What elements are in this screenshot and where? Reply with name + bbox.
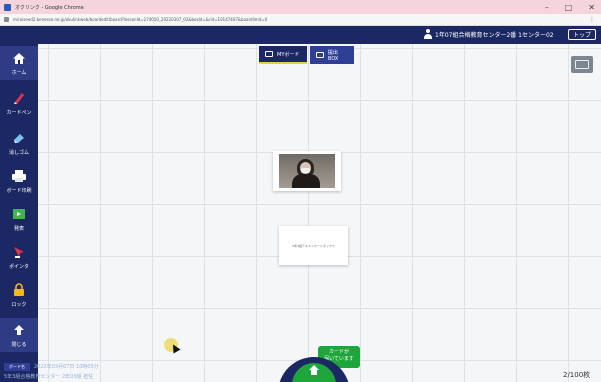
sidebar-item-close[interactable]: 閉じる: [0, 318, 38, 352]
student-photo: [279, 154, 335, 188]
photo-card[interactable]: [273, 151, 341, 191]
user-label: 1年07組合格教育センター2番 1センター02: [435, 31, 554, 39]
tab-label: 提出BOX: [327, 49, 339, 62]
app-header: 1年07組合格教育センター2番 1センター02 トップ: [0, 26, 601, 44]
screen-icon: [575, 60, 589, 69]
user-icon: [424, 29, 432, 39]
notice-line-1: カードが: [328, 349, 349, 355]
sidebar-item-label: ロック: [11, 302, 27, 308]
up-arrow-icon: [11, 322, 27, 338]
sidebar-item-pen[interactable]: カードペン: [0, 86, 38, 120]
text-card-content: 5年3組テキストカードボックス: [292, 243, 335, 248]
site-info-icon[interactable]: [4, 17, 9, 22]
home-icon: [11, 50, 27, 66]
top-button[interactable]: トップ: [568, 29, 596, 40]
sidebar-item-label: ホーム: [11, 70, 27, 76]
window-titlebar: オクリンク - Google Chrome – □ ✕: [0, 0, 601, 14]
board-name-tag: ボード名: [4, 363, 30, 371]
minimize-button[interactable]: –: [545, 3, 549, 12]
window-controls: – □ ✕: [545, 0, 595, 14]
sidebar-item-label: カードペン: [6, 110, 32, 116]
browser-menu-icon[interactable]: ⋮: [589, 16, 595, 23]
sidebar-item-eraser[interactable]: 消しゴム: [0, 126, 38, 160]
board-timestamp: 2022年03月07日 10時05分: [34, 364, 99, 370]
sidebar-item-pointer[interactable]: ポインタ: [0, 240, 38, 274]
dock-inner: [292, 363, 336, 382]
tab-label: MYボード: [277, 51, 300, 58]
printer-icon: [11, 168, 27, 184]
url-field[interactable]: miraiseed2.benesse.ne.jp/okulinkweb/boar…: [13, 17, 267, 22]
board-info-footer: ボード名 2022年03月07日 10時05分 5年3組合格教育センター 2年0…: [0, 358, 240, 382]
lock-icon: [11, 282, 27, 298]
board-icon: [265, 51, 273, 57]
sidebar-item-label: ボード印刷: [6, 188, 32, 194]
sidebar: ホーム カードペン 消しゴム ボード印刷 発表 ポインタ ロック 閉じる: [0, 44, 38, 382]
tab-inbox[interactable]: 提出BOX: [310, 46, 354, 64]
dock-home-icon: [309, 365, 319, 378]
sidebar-item-label: 発表: [13, 226, 24, 232]
sidebar-item-print[interactable]: ボード印刷: [0, 164, 38, 198]
board-class-label: 5年3組合格教育センター 2年03組 担任: [4, 374, 94, 380]
sidebar-item-home[interactable]: ホーム: [0, 46, 38, 80]
sidebar-item-label: 閉じる: [11, 342, 27, 348]
sidebar-item-label: ポインタ: [8, 264, 29, 270]
text-card[interactable]: 5年3組テキストカードボックス: [279, 226, 348, 265]
maximize-button[interactable]: □: [565, 3, 573, 12]
sidebar-item-label: 消しゴム: [8, 150, 29, 156]
board-canvas[interactable]: MYボード 提出BOX 5年3組テキストカードボックス カードが 届いています …: [38, 44, 601, 382]
window-title: オクリンク - Google Chrome: [15, 4, 84, 11]
card-count: 2/100枚: [563, 371, 591, 379]
pen-icon: [11, 90, 27, 106]
eraser-icon: [11, 130, 27, 146]
sidebar-item-lock[interactable]: ロック: [0, 278, 38, 312]
address-bar: miraiseed2.benesse.ne.jp/okulinkweb/boar…: [0, 14, 601, 26]
sidebar-item-present[interactable]: 発表: [0, 202, 38, 236]
inbox-icon: [316, 52, 324, 58]
pointer-icon: [11, 244, 27, 260]
user-info: 1年07組合格教育センター2番 1センター02: [424, 29, 554, 39]
app-icon: [4, 3, 11, 11]
presentation-icon: [11, 206, 27, 222]
tab-my-board[interactable]: MYボード: [259, 46, 307, 64]
board-view-button[interactable]: [571, 56, 593, 73]
close-window-button[interactable]: ✕: [588, 3, 595, 12]
